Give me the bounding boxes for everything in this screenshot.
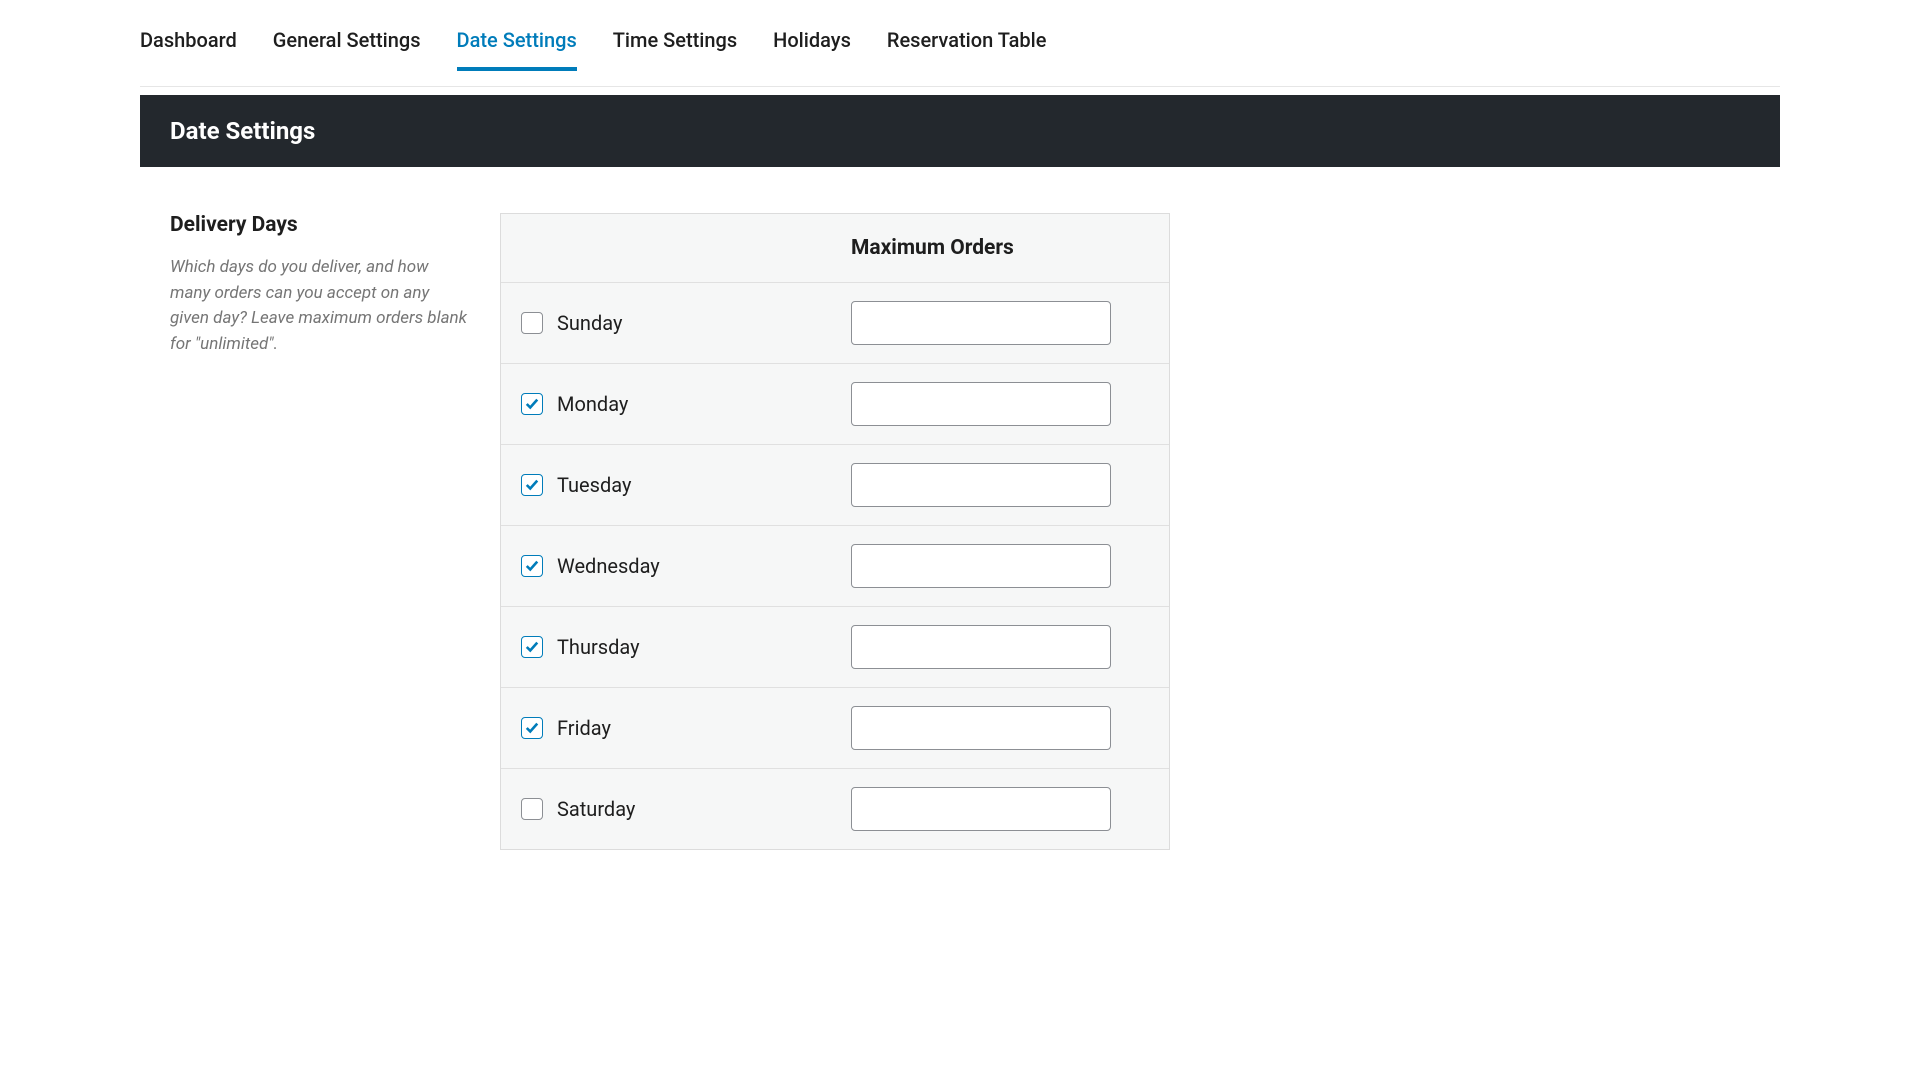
delivery-days-table: Maximum Orders Sunday Monday Tuesday Wednes…: [500, 213, 1170, 850]
page-banner: Date Settings: [140, 95, 1780, 167]
table-row: Thursday: [501, 607, 1169, 688]
content-area: Delivery Days Which days do you deliver,…: [140, 167, 1780, 850]
day-checkbox-monday[interactable]: [521, 393, 543, 415]
day-checkbox-friday[interactable]: [521, 717, 543, 739]
section-title: Delivery Days: [170, 213, 470, 237]
table-header-row: Maximum Orders: [501, 214, 1169, 283]
table-row: Tuesday: [501, 445, 1169, 526]
page-title: Date Settings: [170, 117, 1750, 145]
max-orders-input-sunday[interactable]: [851, 301, 1111, 345]
day-checkbox-sunday[interactable]: [521, 312, 543, 334]
table-row: Wednesday: [501, 526, 1169, 607]
column-header-max-orders: Maximum Orders: [851, 236, 1149, 260]
max-orders-input-friday[interactable]: [851, 706, 1111, 750]
table-row: Monday: [501, 364, 1169, 445]
table-row: Friday: [501, 688, 1169, 769]
section-sidebar: Delivery Days Which days do you deliver,…: [170, 213, 470, 850]
tab-dashboard[interactable]: Dashboard: [140, 28, 237, 70]
tab-holidays[interactable]: Holidays: [773, 28, 851, 70]
section-description: Which days do you deliver, and how many …: [170, 255, 470, 357]
max-orders-input-tuesday[interactable]: [851, 463, 1111, 507]
day-label: Saturday: [557, 797, 635, 821]
day-checkbox-thursday[interactable]: [521, 636, 543, 658]
day-label: Thursday: [557, 635, 640, 659]
max-orders-input-saturday[interactable]: [851, 787, 1111, 831]
day-label: Wednesday: [557, 554, 660, 578]
tab-bar: Dashboard General Settings Date Settings Ti…: [140, 0, 1780, 87]
tab-time-settings[interactable]: Time Settings: [613, 28, 737, 70]
day-checkbox-tuesday[interactable]: [521, 474, 543, 496]
table-row: Saturday: [501, 769, 1169, 849]
day-label: Friday: [557, 716, 611, 740]
tab-reservation-table[interactable]: Reservation Table: [887, 28, 1047, 70]
tab-general-settings[interactable]: General Settings: [273, 28, 421, 70]
max-orders-input-thursday[interactable]: [851, 625, 1111, 669]
max-orders-input-monday[interactable]: [851, 382, 1111, 426]
day-label: Sunday: [557, 311, 622, 335]
max-orders-input-wednesday[interactable]: [851, 544, 1111, 588]
day-label: Tuesday: [557, 473, 631, 497]
day-label: Monday: [557, 392, 628, 416]
table-row: Sunday: [501, 283, 1169, 364]
day-checkbox-saturday[interactable]: [521, 798, 543, 820]
tab-date-settings[interactable]: Date Settings: [457, 28, 577, 70]
day-checkbox-wednesday[interactable]: [521, 555, 543, 577]
